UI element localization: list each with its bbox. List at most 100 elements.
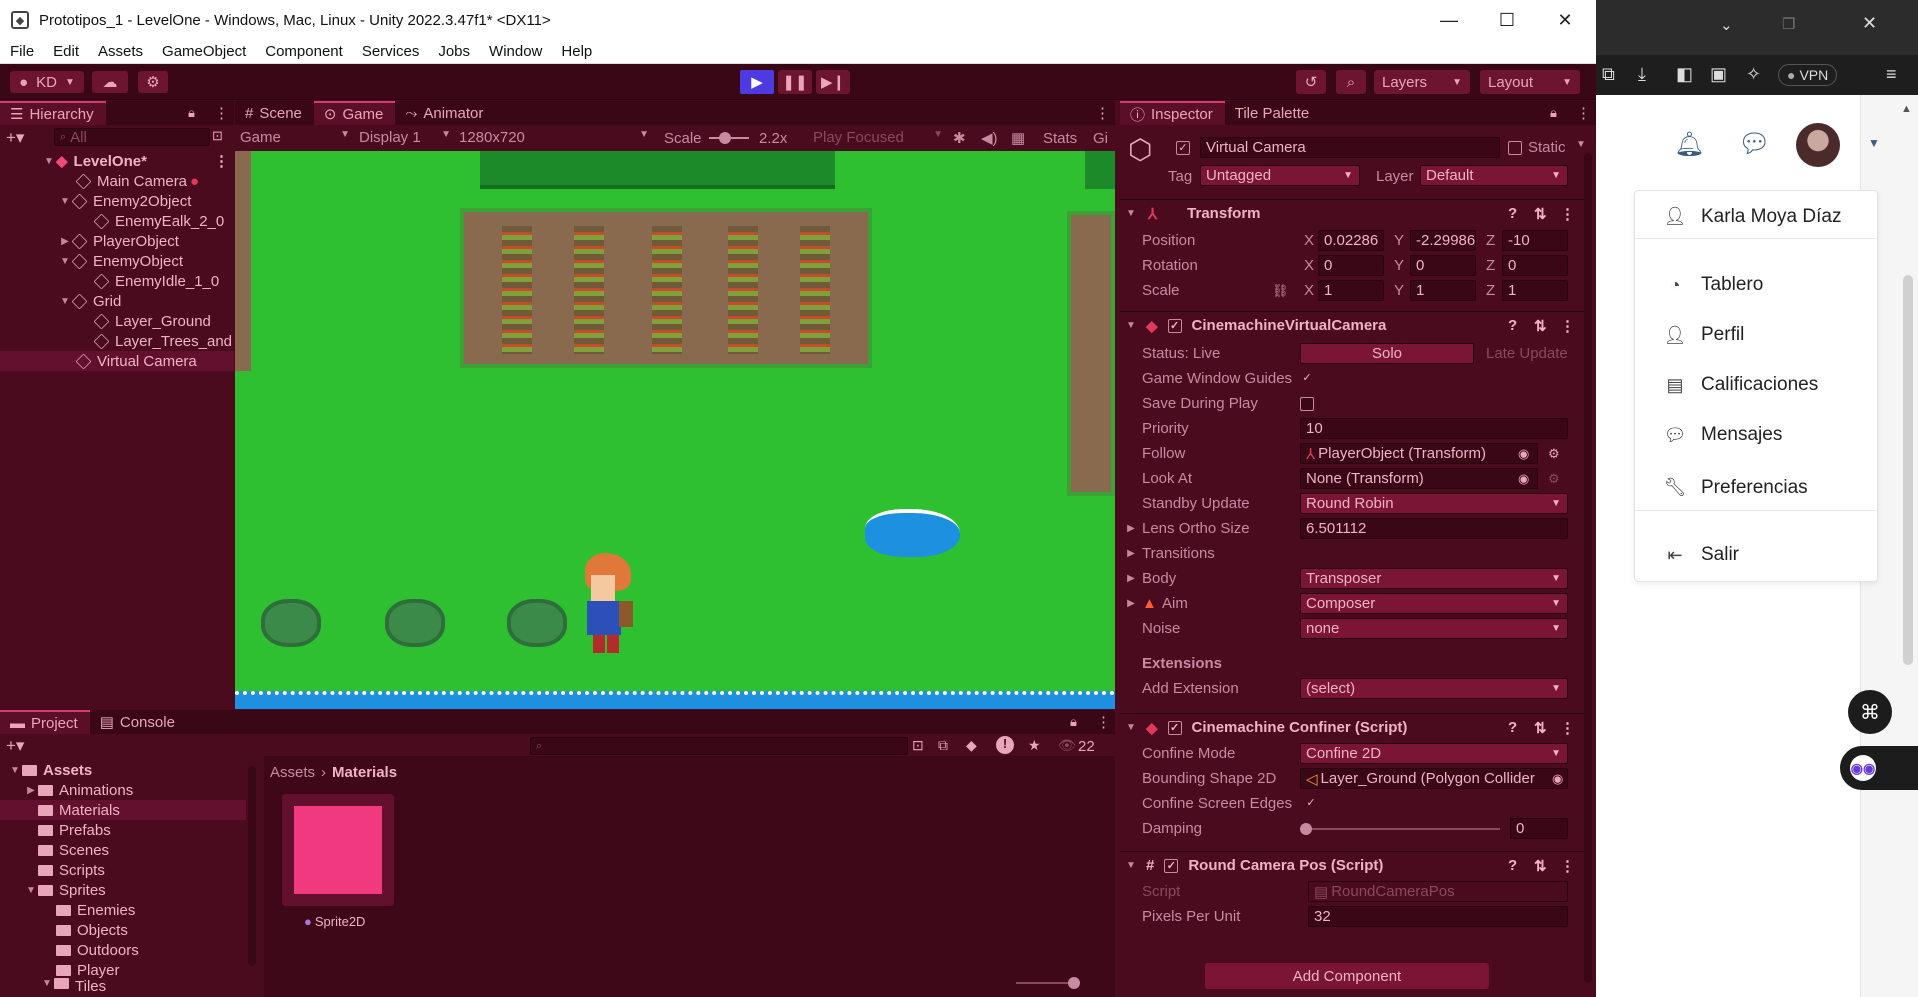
apps-grid-icon[interactable]: ⌘	[1848, 690, 1892, 734]
folder-scripts[interactable]: Scripts	[38, 860, 105, 880]
aim-dropdown[interactable]: Composer ▼	[1300, 593, 1568, 614]
menu-item-calificaciones[interactable]: ▤ Calificaciones	[1635, 365, 1879, 405]
layout-dropdown[interactable]: Layout ▼	[1480, 70, 1580, 94]
vcam-enabled-checkbox[interactable]: ✓	[1167, 318, 1182, 333]
folder-objects[interactable]: Objects	[56, 920, 128, 940]
hierarchy-item-virtual-camera[interactable]: Virtual Camera	[0, 351, 234, 371]
ai-icon[interactable]: ✧	[1746, 64, 1761, 85]
expand-arrow-icon[interactable]: ▼	[42, 156, 56, 167]
position-z-field[interactable]: -10	[1502, 230, 1568, 251]
collab-icon[interactable]: ⚙	[138, 71, 168, 93]
folder-outdoors[interactable]: Outdoors	[56, 940, 139, 960]
folder-player[interactable]: Player	[56, 960, 120, 980]
priority-field[interactable]: 10	[1300, 418, 1568, 439]
guides-checkbox[interactable]: ✓	[1300, 372, 1314, 386]
project-search-input[interactable]: ⌕	[530, 737, 908, 755]
scale-slider[interactable]	[709, 132, 749, 144]
resolution-dropdown[interactable]: 1280x720 ▼	[459, 129, 649, 146]
chevron-down-icon[interactable]: ⌄	[1720, 16, 1733, 34]
layer-dropdown[interactable]: Default ▼	[1420, 165, 1568, 186]
keyboard-icon[interactable]: ▦	[1011, 129, 1025, 147]
save-checkbox[interactable]	[1300, 396, 1314, 411]
object-picker-icon[interactable]: ◉	[1552, 770, 1564, 787]
menu-file[interactable]: File	[0, 43, 43, 60]
preset-icon[interactable]: ⇅	[1534, 317, 1547, 335]
wallet-icon[interactable]: ▣	[1710, 64, 1727, 85]
lens-field[interactable]: 6.501112	[1300, 518, 1568, 539]
warning-icon[interactable]: !	[996, 736, 1014, 754]
play-button[interactable]: ▶	[740, 70, 774, 94]
more-icon[interactable]: ⋮	[1560, 857, 1575, 875]
hierarchy-item-levelone[interactable]: ▼ ◆ LevelOne* ⋮	[0, 151, 234, 171]
ppu-field[interactable]: 32	[1308, 906, 1568, 927]
expand-arrow-icon[interactable]: ▶	[1124, 598, 1138, 609]
menu-edit[interactable]: Edit	[43, 43, 88, 60]
bell-icon[interactable]: 🔔︎	[1674, 130, 1704, 159]
tab-project[interactable]: ▬ Project	[0, 710, 90, 734]
expand-arrow-icon[interactable]: ▶	[58, 236, 72, 247]
settings-gear-icon[interactable]: ⚙	[1548, 446, 1560, 462]
game-mode-dropdown[interactable]: Game ▼	[240, 129, 350, 146]
active-checkbox[interactable]: ✓	[1176, 141, 1190, 155]
more-icon[interactable]: ⋮	[1560, 719, 1575, 737]
bounding-shape-field[interactable]: ◁ Layer_Ground (Polygon Collider	[1300, 768, 1568, 789]
position-x-field[interactable]: 0.02286	[1318, 230, 1384, 251]
lookat-field[interactable]: None (Transform)	[1300, 468, 1538, 489]
expand-arrow-icon[interactable]: ▼	[58, 196, 72, 207]
scale-slider-thumb[interactable]	[719, 132, 731, 144]
tab-tile-palette[interactable]: Tile Palette	[1225, 101, 1321, 125]
scale-z-field[interactable]: 1	[1502, 280, 1568, 301]
rotation-x-field[interactable]: 0	[1318, 255, 1384, 276]
object-picker-icon[interactable]: ◉	[1518, 471, 1529, 487]
rotation-y-field[interactable]: 0	[1410, 255, 1476, 276]
add-icon[interactable]: +▾	[6, 128, 24, 148]
chat-icon[interactable]: 💬︎	[1738, 128, 1771, 159]
gizmos-toggle[interactable]: Gi	[1093, 130, 1108, 147]
tab-inspector[interactable]: ⓘ Inspector	[1120, 101, 1225, 125]
avatar[interactable]	[1796, 123, 1840, 167]
chevron-down-icon[interactable]: ▼	[1868, 136, 1880, 150]
icon-size-slider[interactable]	[1016, 977, 1080, 989]
bug-icon[interactable]: ✱	[953, 129, 966, 147]
body-dropdown[interactable]: Transposer ▼	[1300, 568, 1568, 589]
folder-prefabs[interactable]: Prefabs	[38, 820, 111, 840]
tab-game[interactable]: ⊙ Game	[313, 101, 396, 125]
tab-console[interactable]: ▤ Console	[90, 710, 187, 734]
download-icon[interactable]: ⤓	[1638, 64, 1646, 85]
asset-tile-sprite2d[interactable]	[282, 794, 394, 906]
settings-gear-icon[interactable]: ⚙	[1548, 471, 1560, 487]
help-icon[interactable]: ?	[1508, 719, 1517, 736]
hierarchy-item-layer-trees[interactable]: Layer_Trees_and	[0, 331, 234, 351]
tab-hierarchy[interactable]: ☰ Hierarchy	[0, 101, 106, 125]
add-icon[interactable]: +▾	[6, 736, 24, 756]
close-icon[interactable]: ✕	[1862, 13, 1877, 34]
more-icon[interactable]: ⋮	[1095, 104, 1110, 122]
icon-size-slider-thumb[interactable]	[1068, 977, 1080, 989]
noise-dropdown[interactable]: none ▼	[1300, 618, 1568, 639]
menu-item-tablero[interactable]: ◔ Tablero	[1635, 265, 1879, 305]
object-name-field[interactable]: Virtual Camera	[1200, 137, 1500, 158]
expand-arrow-icon[interactable]: ▶	[1124, 573, 1138, 584]
hierarchy-item-enemy2object[interactable]: ▼ Enemy2Object	[0, 191, 234, 211]
help-icon[interactable]: ?	[1508, 317, 1517, 334]
menu-jobs[interactable]: Jobs	[428, 43, 479, 60]
confine-mode-dropdown[interactable]: Confine 2D ▼	[1300, 743, 1568, 764]
user-name-item[interactable]: 👤︎ Karla Moya Díaz	[1635, 195, 1879, 239]
tree-scrollbar[interactable]	[248, 766, 256, 966]
folder-scenes[interactable]: Scenes	[38, 840, 109, 860]
filter-icon[interactable]: ⊡	[212, 128, 223, 144]
damping-field[interactable]: 0	[1510, 818, 1568, 839]
folder-materials[interactable]: Materials	[0, 800, 246, 820]
follow-field[interactable]: ⅄ PlayerObject (Transform)	[1300, 443, 1538, 464]
confiner-header[interactable]: ▼ ◆ ✓ Cinemachine Confiner (Script) ? ⇅ …	[1120, 713, 1586, 741]
more-icon[interactable]: ⋮	[1560, 317, 1575, 335]
static-checkbox[interactable]	[1508, 141, 1522, 155]
chevron-down-icon[interactable]: ▼	[1576, 139, 1586, 150]
menu-item-salir[interactable]: ⇤ Salir	[1635, 535, 1879, 575]
preset-icon[interactable]: ⇅	[1534, 719, 1547, 737]
hierarchy-item-layer-ground[interactable]: Layer_Ground	[0, 311, 234, 331]
menu-services[interactable]: Services	[352, 43, 429, 60]
expand-arrow-icon[interactable]: ▶	[1124, 548, 1138, 559]
filter-icon[interactable]: ⊡	[912, 737, 924, 754]
confiner-enabled-checkbox[interactable]: ✓	[1167, 720, 1182, 735]
